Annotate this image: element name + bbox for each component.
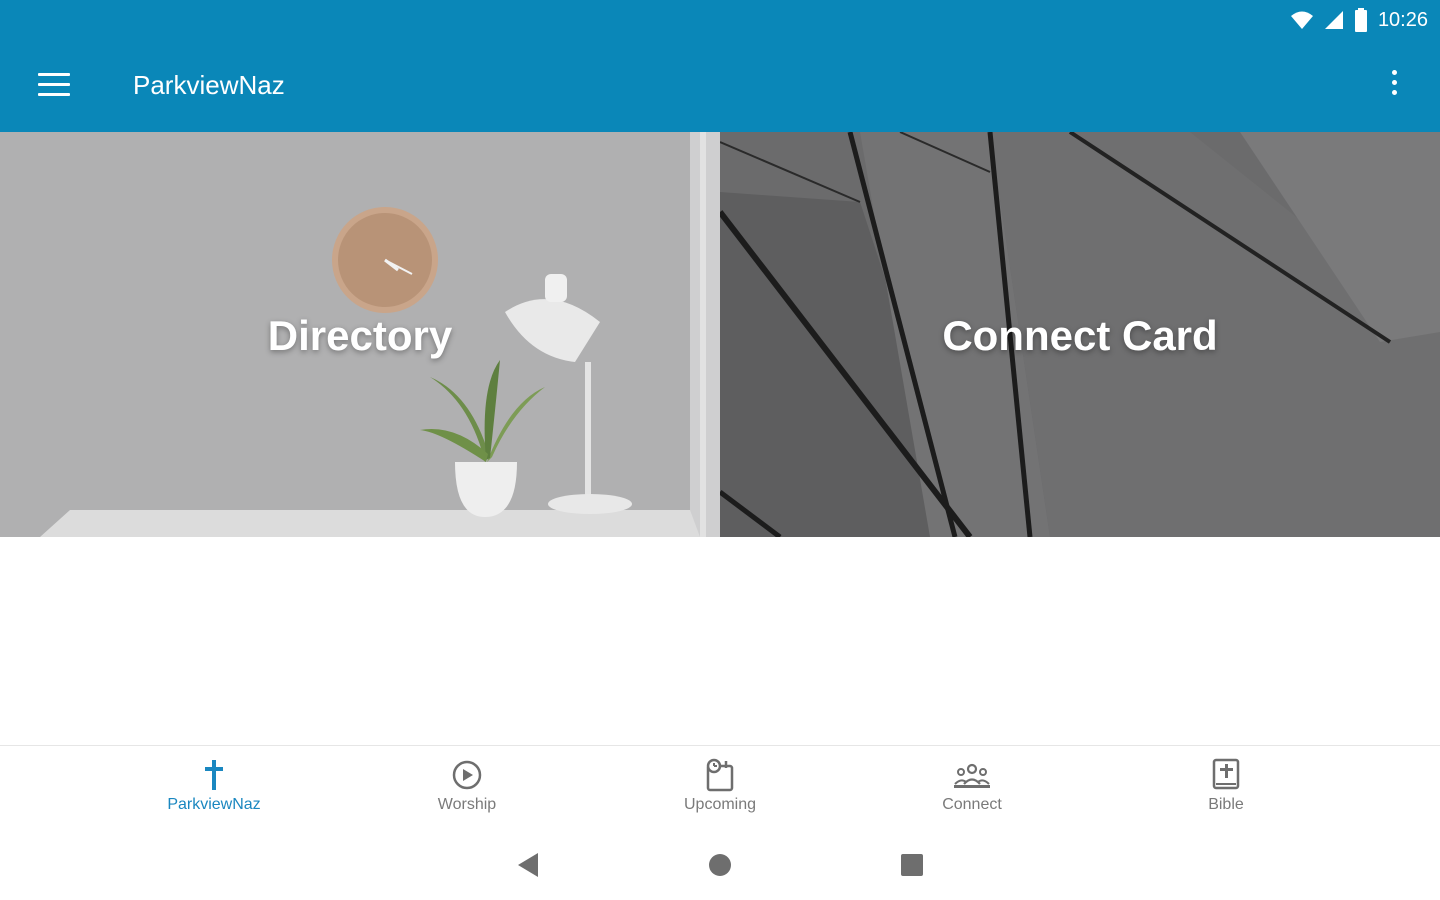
hamburger-menu-icon[interactable] <box>38 73 70 97</box>
nav-label-worship: Worship <box>437 796 497 813</box>
directory-tile[interactable]: Directory <box>0 132 720 537</box>
app-title: ParkviewNaz <box>133 70 285 100</box>
nav-item-upcoming[interactable]: Upcoming <box>640 758 800 814</box>
nav-item-worship[interactable]: Worship <box>387 758 547 814</box>
nav-label-parkviewnaz: ParkviewNaz <box>167 796 261 813</box>
battery-icon <box>1354 8 1367 32</box>
app-bar: ParkviewNaz <box>0 40 1440 132</box>
calendar-clock-icon <box>706 758 734 792</box>
status-icons: 10:26 <box>1290 7 1428 33</box>
group-icon <box>954 763 990 788</box>
recents-icon[interactable] <box>900 852 924 878</box>
nav-label-connect: Connect <box>942 796 1002 813</box>
nav-label-bible: Bible <box>1208 796 1244 813</box>
book-cross-icon <box>1212 758 1240 790</box>
directory-tile-label: Directory <box>267 312 453 359</box>
status-time: 10:26 <box>1377 8 1428 31</box>
nav-item-connect[interactable]: Connect <box>892 758 1052 814</box>
wifi-icon <box>1290 11 1313 29</box>
home-icon[interactable] <box>708 852 732 878</box>
more-vert-icon[interactable] <box>1384 70 1404 104</box>
status-bar: 10:26 <box>0 0 1440 40</box>
connect-card-tile-label: Connect Card <box>942 312 1218 359</box>
nav-item-bible[interactable]: Bible <box>1146 758 1306 814</box>
play-circle-icon <box>452 760 482 790</box>
nav-label-upcoming: Upcoming <box>683 796 757 813</box>
bottom-navigation: ParkviewNaz Worship Upcoming Connect Bib… <box>0 745 1440 830</box>
nav-item-parkviewnaz[interactable]: ParkviewNaz <box>134 758 294 814</box>
signal-icon <box>1324 11 1343 29</box>
connect-card-tile[interactable]: Connect Card <box>720 132 1440 537</box>
cross-icon <box>205 760 223 790</box>
tile-grid: Directory Connect Card <box>0 132 1440 537</box>
back-icon[interactable] <box>516 852 540 878</box>
system-navigation-bar <box>0 830 1440 900</box>
